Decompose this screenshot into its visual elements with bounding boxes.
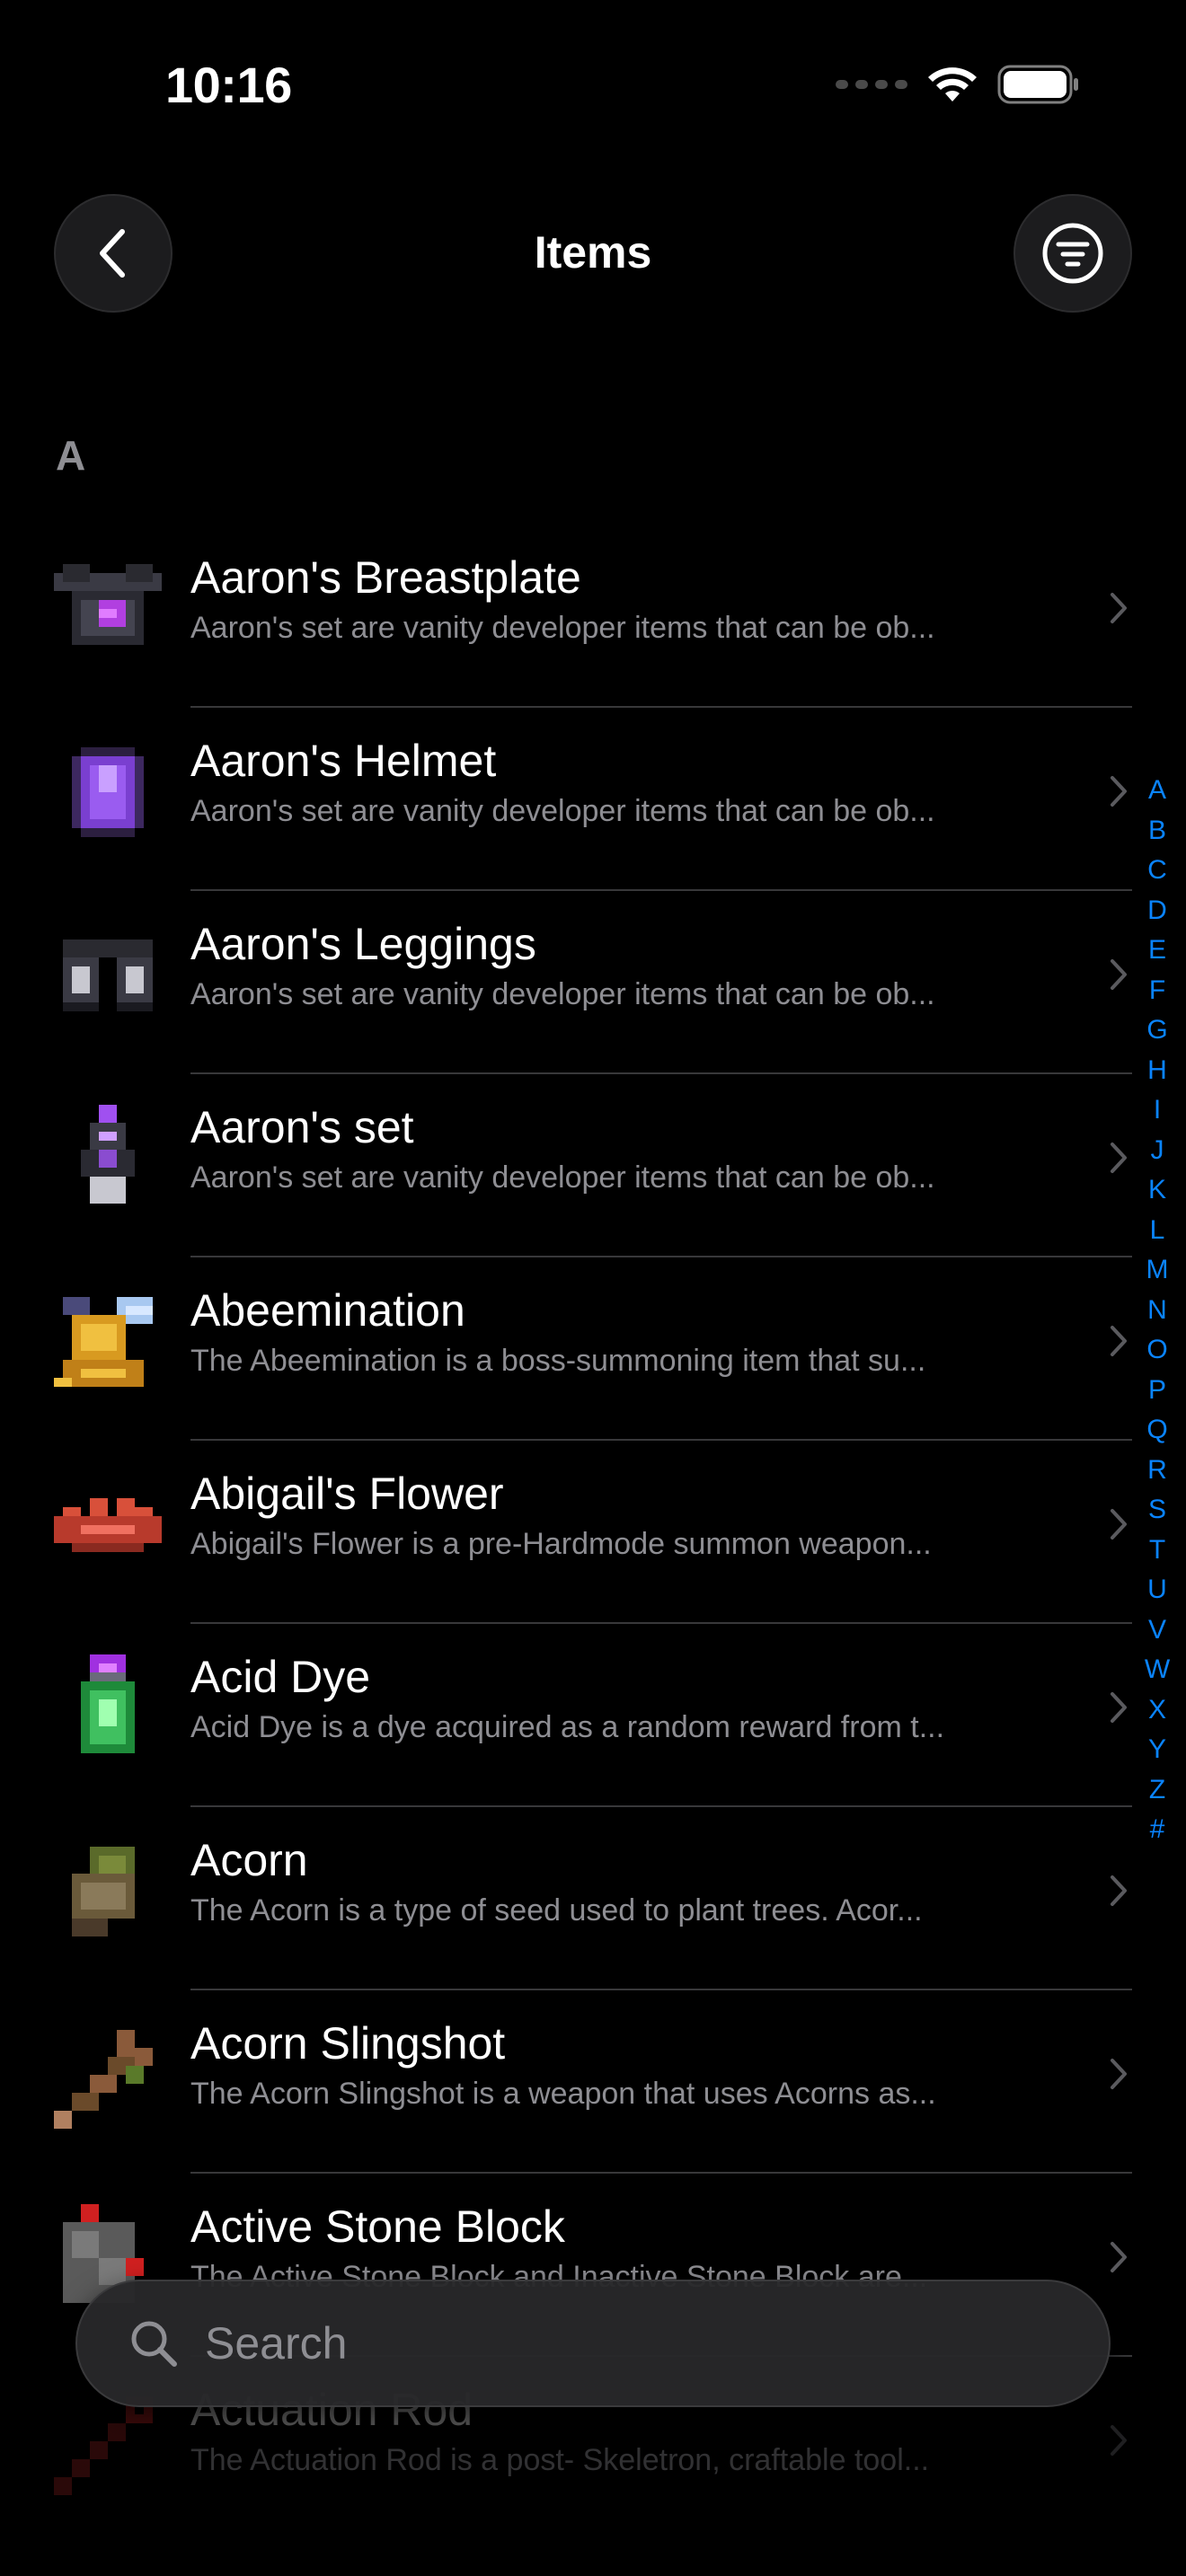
index-letter[interactable]: T [1149,1531,1165,1571]
chevron-right-icon [1111,1692,1127,1723]
search-field[interactable]: Search [75,2280,1111,2407]
search-icon [131,2321,177,2367]
breastplate-icon [54,564,162,645]
index-letter[interactable]: Q [1146,1410,1167,1451]
item-subtitle: Abigail's Flower is a pre-Hardmode summo… [190,1527,932,1561]
item-subtitle: Aaron's set are vanity developer items t… [190,611,935,645]
filter-button[interactable] [1013,194,1132,313]
item-subtitle: The Acorn Slingshot is a weapon that use… [190,2077,936,2111]
index-letter[interactable]: B [1148,811,1166,851]
chevron-right-icon [1111,1326,1127,1356]
wifi-icon [928,67,977,101]
item-subtitle: The Abeemination is a boss-summoning ite… [190,1344,926,1378]
item-subtitle: Aaron's set are vanity developer items t… [190,1160,935,1195]
list-item[interactable]: Acorn Slingshot The Acorn Slingshot is a… [0,1990,1186,2174]
item-subtitle: The Acorn is a type of seed used to plan… [190,1893,923,1928]
list-item[interactable]: Aaron's Helmet Aaron's set are vanity de… [0,708,1186,891]
list-item[interactable]: Abigail's Flower Abigail's Flower is a p… [0,1441,1186,1624]
armor-set-icon [81,1105,135,1204]
item-subtitle: Acid Dye is a dye acquired as a random r… [190,1710,945,1744]
items-list: Aaron's Breastplate Aaron's set are vani… [0,525,1186,2540]
index-letter[interactable]: A [1148,771,1166,811]
index-letter[interactable]: R [1147,1451,1167,1491]
section-header: A [56,432,86,479]
chevron-right-icon [1111,1142,1127,1173]
index-letter[interactable]: V [1148,1610,1166,1651]
item-title: Active Stone Block [190,2201,565,2252]
list-item[interactable]: Abeemination The Abeemination is a boss-… [0,1257,1186,1441]
item-title: Aaron's set [190,1102,414,1152]
helmet-icon [72,747,144,837]
index-letter[interactable]: E [1148,931,1166,971]
chevron-right-icon [1111,776,1127,807]
chevron-right-icon [1111,593,1127,623]
index-letter[interactable]: U [1147,1570,1167,1610]
index-letter[interactable]: K [1148,1170,1166,1211]
index-letter[interactable]: X [1148,1690,1166,1731]
cellular-signal-icon [836,80,907,89]
index-letter[interactable]: F [1149,971,1165,1011]
index-letter[interactable]: J [1151,1131,1164,1171]
list-item[interactable]: Acid Dye Acid Dye is a dye acquired as a… [0,1624,1186,1807]
list-item[interactable]: Aaron's set Aaron's set are vanity devel… [0,1074,1186,1257]
list-item[interactable]: Aaron's Breastplate Aaron's set are vani… [0,525,1186,708]
filter-icon [1042,223,1103,284]
index-letter[interactable]: Y [1148,1730,1166,1770]
item-title: Aaron's Breastplate [190,552,581,603]
index-letter[interactable]: L [1150,1211,1165,1251]
index-letter[interactable]: M [1146,1250,1169,1291]
status-time: 10:16 [165,57,292,113]
index-letter[interactable]: Z [1149,1770,1165,1811]
chevron-right-icon [1111,2425,1127,2456]
item-subtitle: Aaron's set are vanity developer items t… [190,794,935,828]
index-letter[interactable]: S [1148,1490,1166,1531]
item-title: Abigail's Flower [190,1469,504,1519]
item-title: Aaron's Helmet [190,736,497,786]
dye-bottle-icon [81,1654,135,1753]
chevron-right-icon [1111,2242,1127,2272]
index-letter[interactable]: # [1150,1810,1165,1850]
index-letter[interactable]: W [1145,1650,1170,1690]
acorn-icon [72,1847,135,1936]
search-placeholder: Search [205,2318,348,2369]
item-title: Acid Dye [190,1652,371,1702]
item-title: Aaron's Leggings [190,919,536,969]
leggings-icon [63,940,153,1011]
index-letter[interactable]: I [1154,1090,1161,1131]
list-item[interactable]: Aaron's Leggings Aaron's set are vanity … [0,891,1186,1074]
page-title: Items [534,227,652,278]
flower-icon [54,1498,162,1552]
battery-icon [997,65,1078,104]
chevron-right-icon [1111,2059,1127,2089]
list-item[interactable]: Acorn The Acorn is a type of seed used t… [0,1807,1186,1990]
index-letter[interactable]: P [1148,1371,1166,1411]
item-subtitle: The Actuation Rod is a post- Skeletron, … [190,2443,930,2477]
item-subtitle: Aaron's set are vanity developer items t… [190,977,935,1011]
item-title: Acorn Slingshot [190,2018,506,2069]
index-letter[interactable]: D [1147,891,1167,931]
item-title: Abeemination [190,1285,465,1336]
abeemination-icon [54,1297,153,1387]
index-letter[interactable]: O [1146,1330,1167,1371]
slingshot-icon [54,2030,153,2129]
index-letter[interactable]: N [1147,1291,1167,1331]
index-letter[interactable]: H [1147,1051,1167,1091]
item-title: Acorn [190,1835,308,1885]
chevron-right-icon [1111,1875,1127,1906]
section-index[interactable]: A B C D E F G H I J K L M N O P Q R S T … [1139,771,1175,1850]
status-icons [836,65,1080,104]
index-letter[interactable]: C [1147,851,1167,891]
chevron-right-icon [1111,959,1127,990]
chevron-right-icon [1111,1509,1127,1539]
index-letter[interactable]: G [1146,1010,1167,1051]
